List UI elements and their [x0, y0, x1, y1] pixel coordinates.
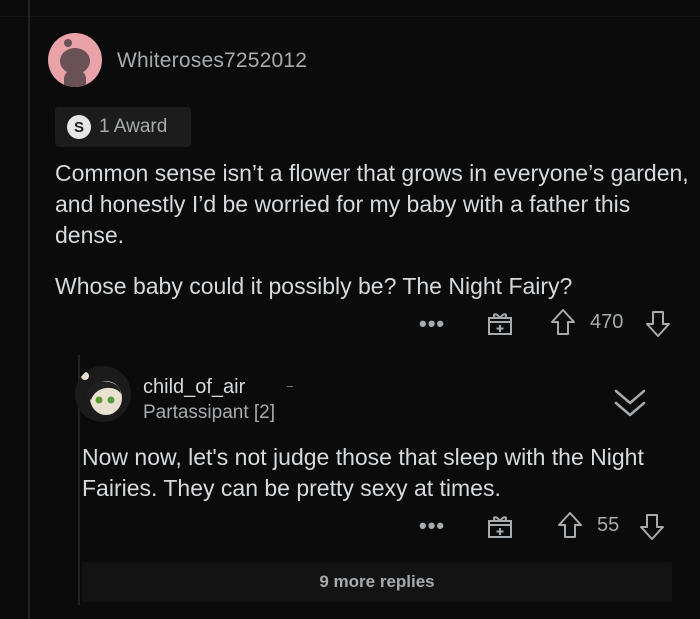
more-replies-button[interactable]: 9 more replies [82, 562, 672, 602]
vote-count: 470 [590, 311, 624, 333]
avatar[interactable] [48, 33, 102, 87]
comment-paragraph-1: Common sense isn’t a flower that grows i… [55, 160, 689, 248]
username-separator [287, 386, 293, 387]
reply-give-award-icon[interactable] [486, 511, 514, 539]
award-badge[interactable]: S 1 Award [55, 107, 191, 147]
reply-avatar[interactable] [75, 366, 131, 422]
comment-paragraph-2: Whose baby could it possibly be? The Nig… [55, 273, 573, 299]
reply-more-options-button[interactable]: ••• [419, 513, 445, 539]
reply-downvote-icon[interactable] [638, 512, 666, 542]
reply-username[interactable]: child_of_air [143, 376, 245, 399]
award-label: 1 Award [99, 116, 168, 137]
avatar-illustration [75, 366, 131, 422]
more-options-button[interactable]: ••• [419, 311, 445, 337]
snoo-body [64, 70, 86, 87]
thread-line[interactable] [28, 0, 30, 619]
top-divider [0, 16, 700, 17]
upvote-icon[interactable] [549, 307, 577, 337]
comment-username[interactable]: Whiteroses7252012 [117, 49, 307, 73]
user-flair: Partassipant [2] [143, 402, 276, 423]
snoo-antenna [64, 39, 72, 47]
downvote-icon[interactable] [644, 309, 672, 339]
collapse-chevron-icon[interactable] [610, 385, 650, 421]
silver-award-icon: S [67, 115, 91, 139]
reply-vote-count: 55 [597, 514, 620, 536]
reply-body: Now now, let's not judge those that slee… [82, 444, 644, 501]
give-award-icon[interactable] [486, 308, 514, 336]
reply-upvote-icon[interactable] [556, 510, 584, 540]
